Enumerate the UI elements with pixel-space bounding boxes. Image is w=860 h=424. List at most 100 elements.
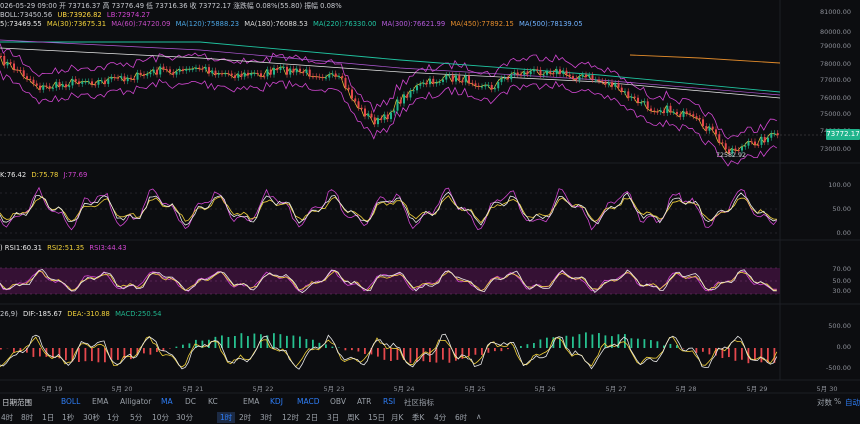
candle-body — [403, 94, 405, 104]
macd-histogram-bar — [604, 335, 607, 348]
interval-4m[interactable]: 4分 — [434, 412, 446, 423]
candle-body — [68, 85, 71, 88]
macd-histogram-bar — [162, 348, 165, 351]
candle-body — [650, 108, 652, 111]
indicator-community[interactable]: 社区指标 — [404, 397, 434, 408]
candle-body — [503, 77, 506, 79]
interval-1m[interactable]: 1分 — [107, 412, 119, 423]
macd-axis-label: 0.00 — [836, 343, 851, 351]
candle-body — [523, 71, 526, 75]
interval-week[interactable]: 周K — [347, 412, 359, 423]
interval-3h[interactable]: 3时 — [260, 412, 272, 423]
ma-line — [0, 55, 777, 155]
macd-histogram-bar — [214, 336, 217, 348]
candle-body — [425, 82, 428, 85]
candle-body — [455, 75, 457, 82]
interval-8h[interactable]: 8时 — [21, 412, 33, 423]
interval-6h[interactable]: 6时 — [455, 412, 467, 423]
candle-body — [770, 133, 773, 138]
candle-body — [552, 73, 555, 75]
indicator-alligator[interactable]: Alligator — [120, 397, 151, 406]
candle-body — [302, 71, 305, 73]
candle-body — [370, 113, 373, 118]
candle-body — [630, 96, 633, 98]
interval-1s[interactable]: 1秒 — [62, 412, 74, 423]
indicator-kdj[interactable]: KDJ — [270, 397, 283, 406]
log-scale-toggle[interactable]: 对数 — [817, 397, 832, 408]
interval-quarter[interactable]: 季K — [412, 412, 424, 423]
candle-body — [643, 101, 646, 103]
interval-10m[interactable]: 10分 — [152, 412, 169, 423]
candle-body — [120, 76, 123, 79]
interval-4h[interactable]: 4时 — [1, 412, 13, 423]
indicator-obv[interactable]: OBV — [330, 397, 346, 406]
candle-body — [16, 69, 19, 71]
interval-30s[interactable]: 30秒 — [83, 412, 100, 423]
candle-body — [58, 82, 61, 87]
macd-histogram-bar — [104, 348, 106, 363]
candle-body — [601, 80, 604, 82]
interval-12h[interactable]: 12时 — [282, 412, 299, 423]
interval-15d[interactable]: 15日 — [368, 412, 385, 423]
interval-2h[interactable]: 2时 — [239, 412, 251, 423]
percent-scale-toggle[interactable]: % — [834, 397, 841, 406]
indicator-kc[interactable]: KC — [208, 397, 218, 406]
price-axis-label: 81000.00 — [819, 8, 851, 16]
macd-histogram-bar — [507, 348, 509, 350]
candle-body — [364, 108, 366, 117]
date-label: 5月 23 — [323, 385, 345, 393]
auto-scale-toggle[interactable]: 自动 — [845, 397, 860, 408]
macd-histogram-bar — [78, 348, 80, 363]
macd-histogram-bar — [364, 348, 366, 354]
indicator-macd[interactable]: MACD — [297, 397, 319, 406]
candle-body — [357, 101, 360, 108]
candle-body — [221, 73, 223, 75]
macd-histogram-bar — [65, 348, 67, 361]
macd-histogram-bar — [143, 348, 145, 354]
date-label: 5月 21 — [182, 385, 204, 393]
indicator-atr[interactable]: ATR — [357, 397, 371, 406]
macd-histogram-bar — [643, 339, 646, 348]
candle-body — [429, 78, 431, 85]
candle-body — [409, 91, 412, 98]
candle-body — [191, 69, 194, 71]
candle-body — [705, 126, 708, 131]
interval-1h[interactable]: 1时 — [217, 412, 236, 423]
indicator-dc[interactable]: DC — [185, 397, 196, 406]
interval-month[interactable]: 月K — [391, 412, 403, 423]
indicator-ema[interactable]: EMA — [92, 397, 108, 406]
candle-body — [520, 74, 522, 76]
interval-30m[interactable]: 30分 — [176, 412, 193, 423]
candle-body — [594, 79, 597, 81]
candle-body — [442, 79, 444, 82]
candle-body — [123, 76, 126, 82]
indicator-ema-2[interactable]: EMA — [243, 397, 259, 406]
interval-1d[interactable]: 1日 — [42, 412, 54, 423]
candle-body — [458, 75, 461, 81]
indicator-rsi[interactable]: RSI — [383, 397, 395, 406]
indicator-toolbar: 日期范围 BOLL EMA Alligator MA DC KC EMA KDJ… — [0, 397, 860, 408]
interval-2d[interactable]: 2日 — [306, 412, 318, 423]
indicator-boll[interactable]: BOLL — [61, 397, 80, 406]
macd-histogram-bar — [344, 348, 347, 351]
candle-body — [263, 76, 266, 78]
candle-body — [84, 81, 87, 83]
candle-body — [97, 80, 100, 85]
macd-axis-label: 500.00 — [828, 322, 851, 330]
date-label: 5月 22 — [252, 385, 274, 393]
date-range-button[interactable]: 日期范围 — [2, 397, 32, 408]
indicator-ma[interactable]: MA — [161, 397, 173, 406]
macd-histogram-bar — [383, 348, 386, 360]
candle-body — [178, 69, 181, 72]
trading-chart[interactable] — [0, 0, 860, 424]
chevron-up-icon[interactable]: ∧ — [476, 412, 482, 421]
interval-5m[interactable]: 5分 — [130, 412, 142, 423]
interval-3d[interactable]: 3日 — [327, 412, 339, 423]
candle-body — [464, 75, 467, 83]
kdj-k: K:76.42 — [0, 171, 27, 179]
macd-histogram-bar — [188, 343, 191, 348]
macd-histogram-bar — [0, 348, 2, 350]
macd-histogram-bar — [702, 348, 704, 352]
candle-body — [494, 88, 496, 90]
candle-body — [165, 69, 168, 71]
